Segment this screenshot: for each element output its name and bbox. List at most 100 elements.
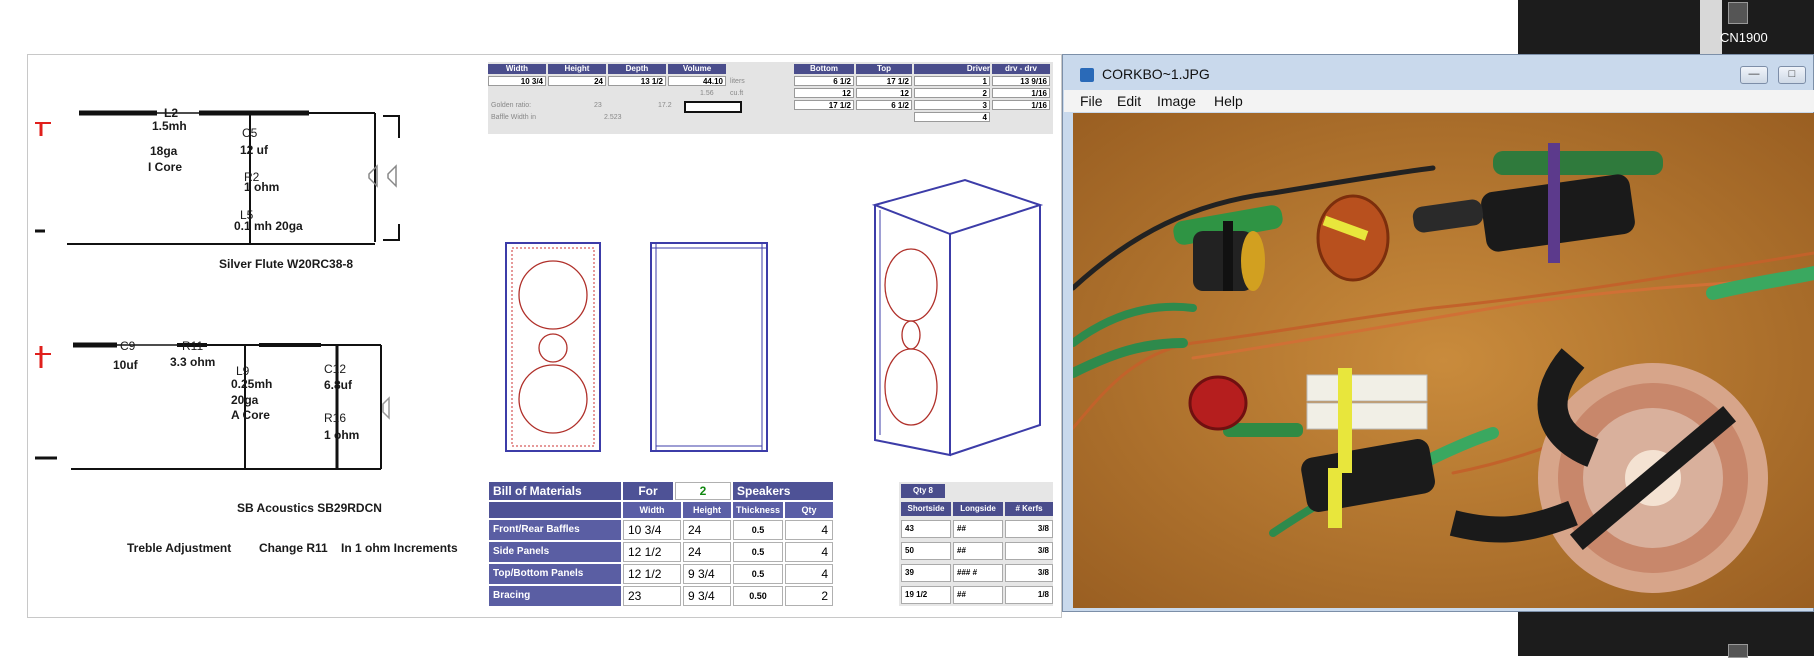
c5-value: 12 uf	[240, 143, 269, 157]
driver-4[interactable]: 4	[914, 112, 990, 122]
desktop-background-bottom	[1518, 612, 1814, 656]
driver-header: Driver	[914, 64, 990, 74]
l9-value: 0.25mh	[231, 377, 273, 391]
kerf-cell: 43	[901, 520, 951, 538]
kerf-cell: 3/8	[1005, 542, 1053, 560]
menu-file[interactable]: File	[1080, 93, 1103, 109]
drv-drv-header: drv - drv	[992, 64, 1050, 74]
volume-unit: liters	[730, 78, 745, 85]
cabinet-drawings	[505, 178, 1044, 457]
selected-cell[interactable]	[684, 101, 742, 113]
kerf-table-title: Qty 8	[901, 484, 945, 498]
bom-header-width: Width	[623, 502, 681, 518]
kerf-table: Qty 8 Shortside Longside # Kerfs 43 ## 3…	[899, 482, 1053, 606]
dim-header-volume: Volume	[668, 64, 726, 74]
top-row-2[interactable]: 12	[856, 88, 912, 98]
baffle-width-value: 2.523	[604, 114, 622, 121]
bom-row-height: 9 3/4	[683, 586, 731, 606]
top-row-3[interactable]: 6 1/2	[856, 100, 912, 110]
kerf-cell: 19 1/2	[901, 586, 951, 604]
driver-3[interactable]: 3	[914, 100, 990, 110]
bom-row-width: 23	[623, 586, 681, 606]
bom-header-blank	[489, 502, 621, 518]
kerf-cell: ##	[953, 586, 1003, 604]
bom-row-name: Bracing	[489, 586, 621, 606]
bom-for-label: For	[623, 482, 673, 500]
dim-header-depth: Depth	[608, 64, 666, 74]
l2-core: I Core	[148, 160, 183, 174]
bottom-header: Bottom	[794, 64, 854, 74]
bom-row-name: Top/Bottom Panels	[489, 564, 621, 584]
desktop-icon-label[interactable]: CN1900	[1720, 30, 1768, 45]
bottom-row-3[interactable]: 17 1/2	[794, 100, 854, 110]
bom-header-height: Height	[683, 502, 731, 518]
c12-label: C12	[324, 362, 347, 376]
cuft-value: 1.56	[700, 90, 714, 97]
desktop-background	[1518, 0, 1814, 56]
dim-height-input[interactable]: 24	[548, 76, 606, 86]
maximize-button[interactable]: □	[1778, 66, 1806, 84]
kerf-cell: ### #	[953, 564, 1003, 582]
bom-row-qty: 2	[785, 586, 833, 606]
l9-gauge: 20ga	[231, 393, 259, 407]
treble-adjustment-note: Treble Adjustment	[127, 541, 232, 555]
menu-image[interactable]: Image	[1157, 93, 1196, 109]
kerf-cell: ##	[953, 520, 1003, 538]
driver-1[interactable]: 1	[914, 76, 990, 86]
kerf-cell: 3/8	[1005, 520, 1053, 538]
c12-value: 6.8uf	[324, 378, 353, 392]
l5-value: 0.1 mh 20ga	[234, 219, 303, 233]
l9-label: L9	[236, 364, 250, 378]
bottom-row-2[interactable]: 12	[794, 88, 854, 98]
bottom-row-1[interactable]: 6 1/2	[794, 76, 854, 86]
dim-header-height: Height	[548, 64, 606, 74]
dim-header-width: Width	[488, 64, 546, 74]
crossover-photo	[1073, 113, 1814, 608]
golden-ratio-b: 17.2	[658, 102, 672, 109]
bom-row-qty: 4	[785, 564, 833, 584]
kerf-cell: ##	[953, 542, 1003, 560]
viewer-app-icon	[1080, 68, 1094, 82]
desktop-file-icon[interactable]	[1728, 2, 1748, 24]
bom-speakers-label: Speakers	[733, 482, 833, 500]
desktop-scrollbar[interactable]	[1700, 0, 1722, 56]
dim-volume-value: 44.10	[668, 76, 726, 86]
bom-header-thickness: Thickness	[733, 502, 783, 518]
r2-value: 1 ohm	[244, 180, 280, 194]
dimensions-panel: Width Height Depth Volume 10 3/4 24 13 1…	[488, 62, 1053, 134]
c9-label: C9	[120, 339, 136, 353]
bom-row-qty: 4	[785, 542, 833, 562]
golden-ratio-label: Golden ratio:	[491, 102, 532, 109]
bom-row-thickness[interactable]: 0.5	[733, 520, 783, 540]
dim-width-input[interactable]: 10 3/4	[488, 76, 546, 86]
bom-row-width: 10 3/4	[623, 520, 681, 540]
woofer-driver-name: SB Acoustics SB29RDCN	[237, 501, 382, 515]
bom-header-qty: Qty	[785, 502, 833, 518]
dim-depth-input[interactable]: 13 1/2	[608, 76, 666, 86]
kerf-cell: 39	[901, 564, 951, 582]
menu-help[interactable]: Help	[1214, 93, 1243, 109]
crossover-schematic	[35, 110, 400, 470]
bom-title: Bill of Materials	[489, 482, 621, 500]
bom-row-thickness[interactable]: 0.5	[733, 542, 783, 562]
top-header: Top	[856, 64, 912, 74]
bom-row-thickness[interactable]: 0.5	[733, 564, 783, 584]
top-row-1[interactable]: 17 1/2	[856, 76, 912, 86]
bom-row-width: 12 1/2	[623, 542, 681, 562]
bom-row-height: 24	[683, 542, 731, 562]
tweeter-driver-name: Silver Flute W20RC38-8	[219, 257, 354, 271]
minimize-button[interactable]: —	[1740, 66, 1768, 84]
kerf-cell: 50	[901, 542, 951, 560]
viewer-title: CORKBO~1.JPG	[1102, 66, 1210, 82]
speaker-count-input[interactable]: 2	[675, 482, 731, 500]
l2-value: 1.5mh	[152, 119, 187, 133]
kerf-cell: 1/8	[1005, 586, 1053, 604]
bom-row-name: Side Panels	[489, 542, 621, 562]
bill-of-materials: Bill of Materials For 2 Speakers Width H…	[489, 482, 847, 606]
c9-value: 10uf	[113, 358, 138, 372]
menu-edit[interactable]: Edit	[1117, 93, 1141, 109]
driver-2[interactable]: 2	[914, 88, 990, 98]
kerf-header-long: Longside	[953, 502, 1003, 516]
c5-label: C5	[242, 126, 258, 140]
bom-row-thickness[interactable]: 0.50	[733, 586, 783, 606]
